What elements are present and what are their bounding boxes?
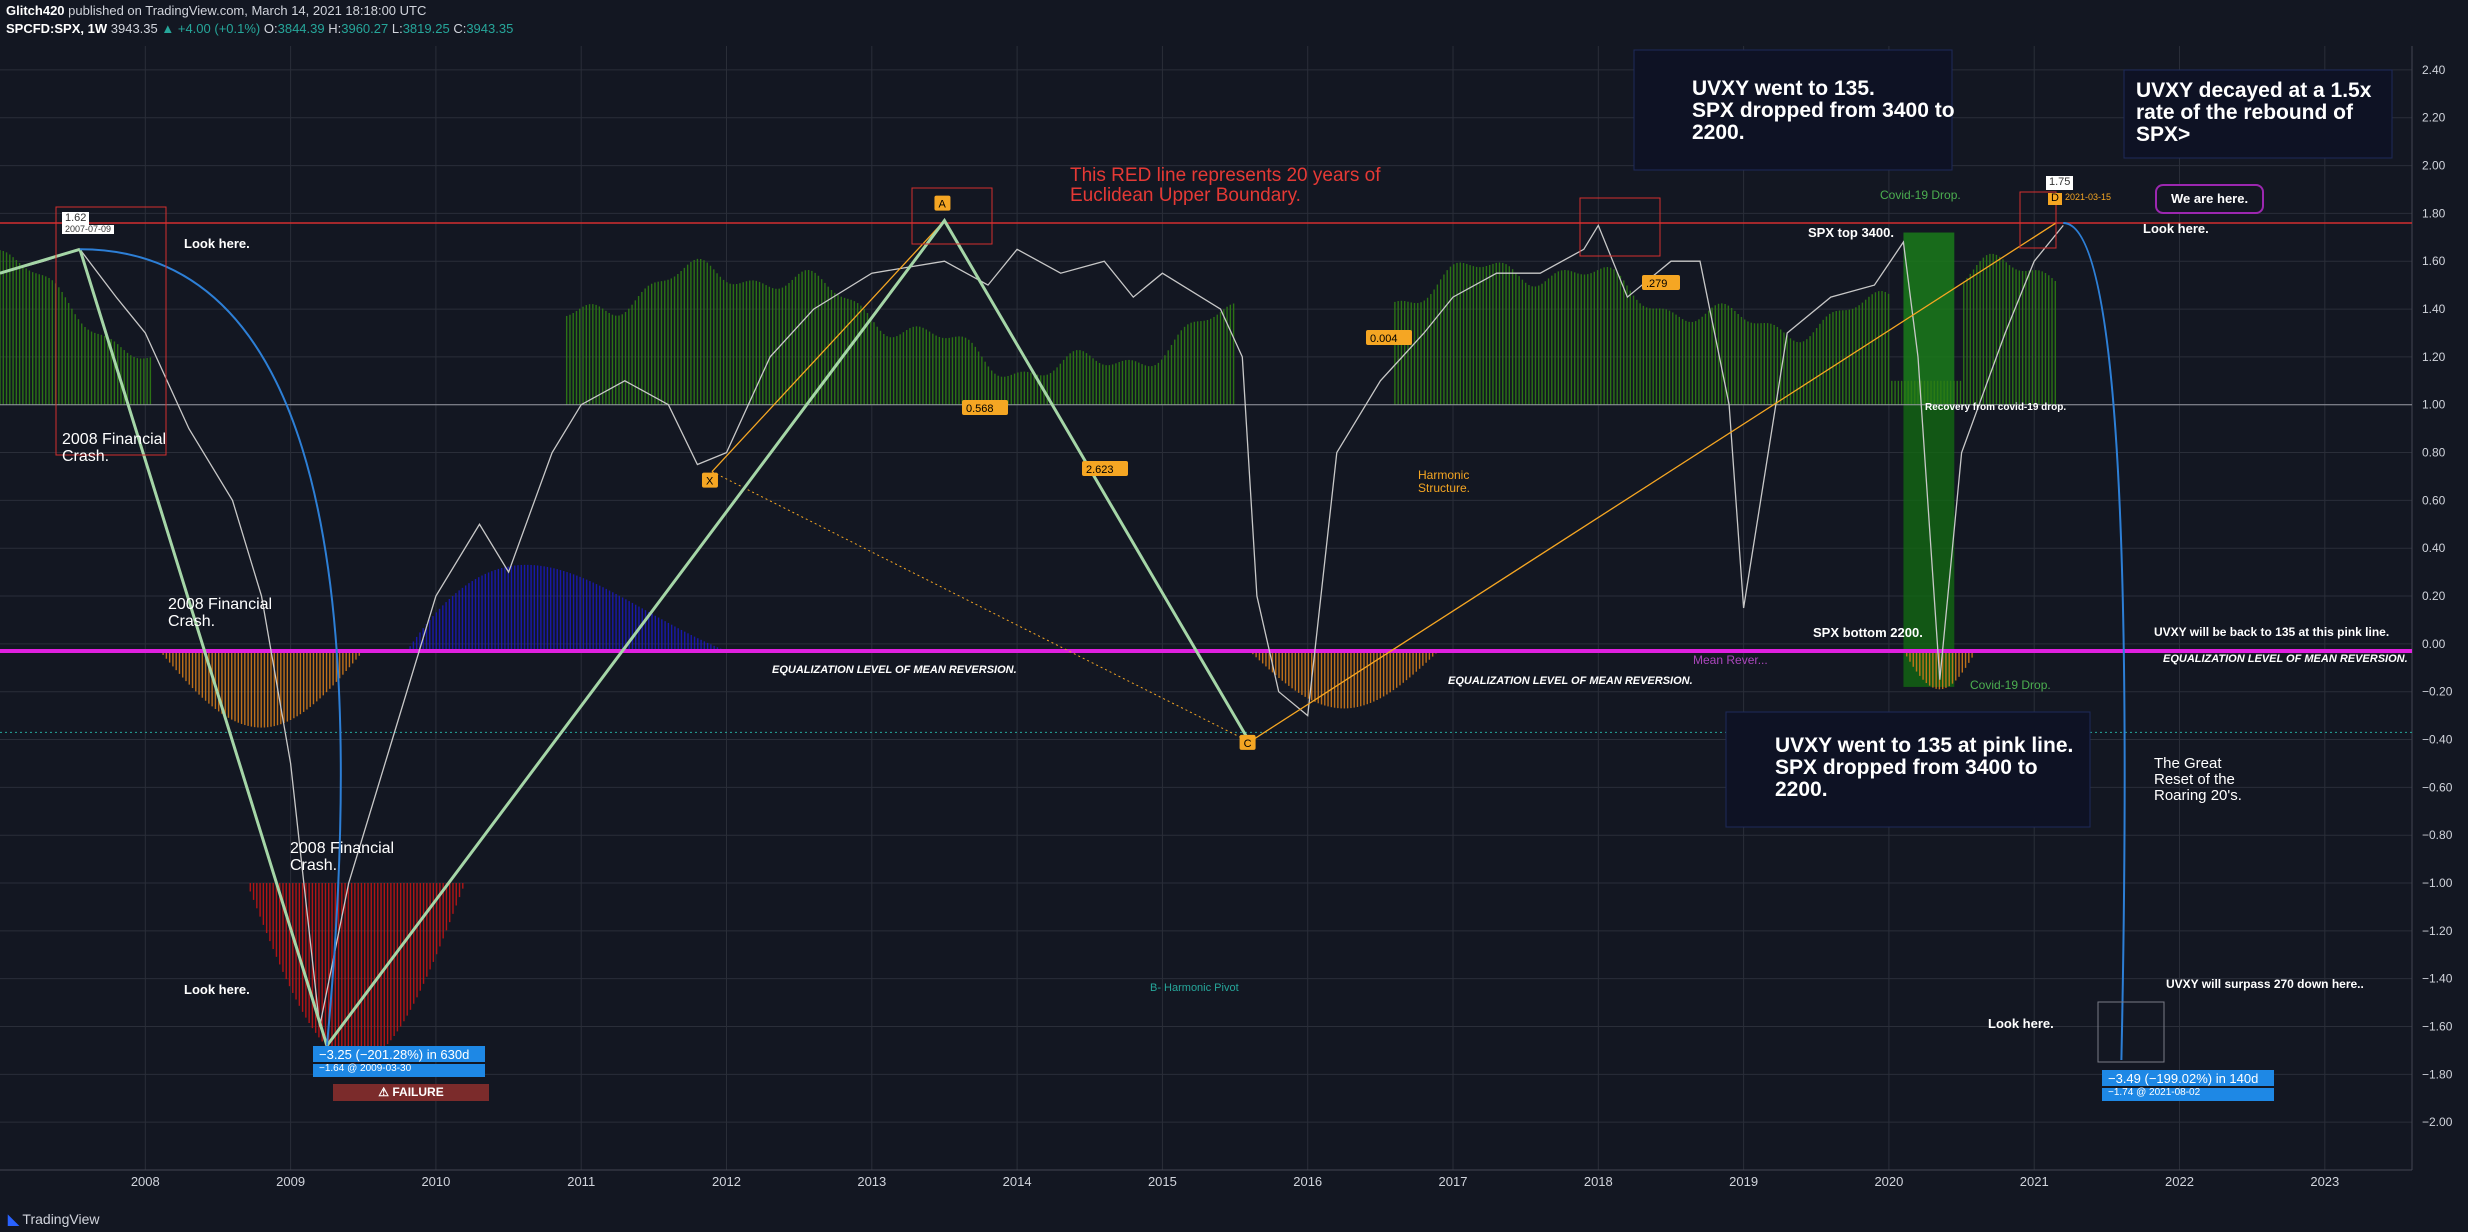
x-tick-label: 2016 xyxy=(1293,1174,1322,1189)
x-tick-label: 2012 xyxy=(712,1174,741,1189)
ratio-2623: 2.623 xyxy=(1086,464,1114,476)
crash-label-3: 2008 Financial Crash. xyxy=(290,840,395,874)
x-tick-label: 2023 xyxy=(2310,1174,2339,1189)
look-here-2: Look here. xyxy=(2143,221,2209,236)
footer-brand[interactable]: TradingView xyxy=(22,1211,99,1227)
x-tick-label: 2019 xyxy=(1729,1174,1758,1189)
recovery-label: Recovery from covid-19 drop. xyxy=(1925,402,2067,413)
y-tick-label: 0.40 xyxy=(2422,541,2446,555)
measure-1-main: −3.25 (−201.28%) in 630d xyxy=(313,1046,485,1062)
equalization-label-1: EQUALIZATION LEVEL OF MEAN REVERSION. xyxy=(772,664,1017,676)
y-tick-label: −0.60 xyxy=(2422,780,2453,794)
x-tick-label: 2018 xyxy=(1584,1174,1613,1189)
surpass-270-label: UVXY will surpass 270 down here.. xyxy=(2166,977,2364,991)
last-date-tag: 2021-03-15 xyxy=(2065,192,2112,202)
label-x: X xyxy=(706,476,714,488)
x-tick-label: 2017 xyxy=(1439,1174,1468,1189)
red-line-note: This RED line represents 20 years of Euc… xyxy=(1070,165,1381,206)
projection-arc xyxy=(2063,221,2126,1061)
equalization-label-2: EQUALIZATION LEVEL OF MEAN REVERSION. xyxy=(1448,675,1693,687)
y-tick-label: −2.00 xyxy=(2422,1115,2453,1129)
x-tick-label: 2020 xyxy=(1874,1174,1903,1189)
spx-bottom-label: SPX bottom 2200. xyxy=(1813,625,1923,640)
peak-2018-box xyxy=(1579,197,1661,257)
look-here-box xyxy=(2097,1001,2165,1063)
y-tick-label: −0.80 xyxy=(2422,828,2453,842)
look-here-3: Look here. xyxy=(184,982,250,997)
x-tick-label: 2013 xyxy=(857,1174,886,1189)
covid-drop-bottom-label: Covid-19 Drop. xyxy=(1970,678,2051,692)
tradingview-logo-icon: ◣ xyxy=(8,1211,19,1227)
measure-1-sub: −1.64 @ 2009-03-30 xyxy=(313,1063,485,1077)
uvxy-decay-text: UVXY decayed at a 1.5x rate of the rebou… xyxy=(2136,79,2372,147)
spx-top-label: SPX top 3400. xyxy=(1808,225,1894,240)
x-tick-label: 2009 xyxy=(276,1174,305,1189)
crash-label-2: 2008 Financial Crash. xyxy=(168,596,273,630)
ratio-279: .279 xyxy=(1646,278,1667,290)
look-here-4: Look here. xyxy=(1988,1016,2054,1031)
crash-label-1: 2008 Financial Crash. xyxy=(62,431,167,465)
failure-badge: ⚠ FAILURE xyxy=(333,1084,489,1101)
y-tick-label: −1.60 xyxy=(2422,1020,2453,1034)
y-tick-label: 2.00 xyxy=(2422,159,2446,173)
look-here-1: Look here. xyxy=(184,236,250,251)
y-tick-label: 0.00 xyxy=(2422,637,2446,651)
harmonic-structure-label: Harmonic Structure. xyxy=(1418,468,1471,495)
y-tick-label: 0.20 xyxy=(2422,589,2446,603)
y-tick-label: 0.60 xyxy=(2422,493,2446,507)
y-tick-label: 0.80 xyxy=(2422,446,2446,460)
last-value-tag: 1.75 xyxy=(2046,176,2074,190)
y-tick-label: −1.20 xyxy=(2422,924,2453,938)
y-tick-label: 1.80 xyxy=(2422,206,2446,220)
footer: ◣ TradingView xyxy=(8,1211,99,1228)
y-tick-label: 2.20 xyxy=(2422,111,2446,125)
measure-2-main: −3.49 (−199.02%) in 140d xyxy=(2102,1070,2274,1086)
covid-zone-upper xyxy=(1903,232,1955,405)
measure-2-sub: −1.74 @ 2021-08-02 xyxy=(2102,1087,2274,1101)
y-tick-label: −0.40 xyxy=(2422,733,2453,747)
harmonic-pivot-label: B- Harmonic Pivot xyxy=(1150,982,1239,994)
x-tick-label: 2022 xyxy=(2165,1174,2194,1189)
covid-drop-top-label: Covid-19 Drop. xyxy=(1880,188,1961,202)
x-tick-label: 2008 xyxy=(131,1174,160,1189)
y-tick-label: 1.20 xyxy=(2422,350,2446,364)
uvxy-135-pink-text: UVXY went to 135 at pink line. SPX dropp… xyxy=(1775,734,2074,802)
equalization-label-3: EQUALIZATION LEVEL OF MEAN REVERSION. xyxy=(2163,653,2408,665)
we-are-here-bubble: We are here. xyxy=(2155,184,2265,214)
label-d: D xyxy=(2048,192,2062,205)
label-a: A xyxy=(938,199,946,211)
uvxy-135-top-text: UVXY went to 135. SPX dropped from 3400 … xyxy=(1692,77,1955,145)
projection-arc xyxy=(79,248,342,1046)
covid-zone-lower xyxy=(1903,404,1955,687)
x-tick-label: 2010 xyxy=(421,1174,450,1189)
x-tick-label: 2011 xyxy=(567,1174,595,1189)
mean-reversion-label: Mean Rever... xyxy=(1693,653,1768,667)
uvxy-back-label: UVXY will be back to 135 at this pink li… xyxy=(2154,625,2390,639)
ratio-004: 0.004 xyxy=(1370,333,1398,345)
peak-date-tag: 2007-07-09 xyxy=(62,224,115,235)
y-tick-label: 2.40 xyxy=(2422,63,2446,77)
y-tick-label: 1.60 xyxy=(2422,254,2446,268)
x-tick-label: 2015 xyxy=(1148,1174,1177,1189)
y-tick-label: 1.40 xyxy=(2422,302,2446,316)
y-tick-label: −0.20 xyxy=(2422,685,2453,699)
ratio-568: 0.568 xyxy=(966,403,994,415)
y-tick-label: 1.00 xyxy=(2422,398,2446,412)
great-reset-label: The Great Reset of the Roaring 20's. xyxy=(2154,755,2242,804)
label-c: C xyxy=(1244,738,1252,750)
x-tick-label: 2014 xyxy=(1003,1174,1032,1189)
chart-stage: Glitch420 published on TradingView.com, … xyxy=(0,0,2468,1232)
x-tick-label: 2021 xyxy=(2020,1174,2049,1189)
y-tick-label: −1.00 xyxy=(2422,876,2453,890)
y-tick-label: −1.40 xyxy=(2422,972,2453,986)
y-tick-label: −1.80 xyxy=(2422,1067,2453,1081)
